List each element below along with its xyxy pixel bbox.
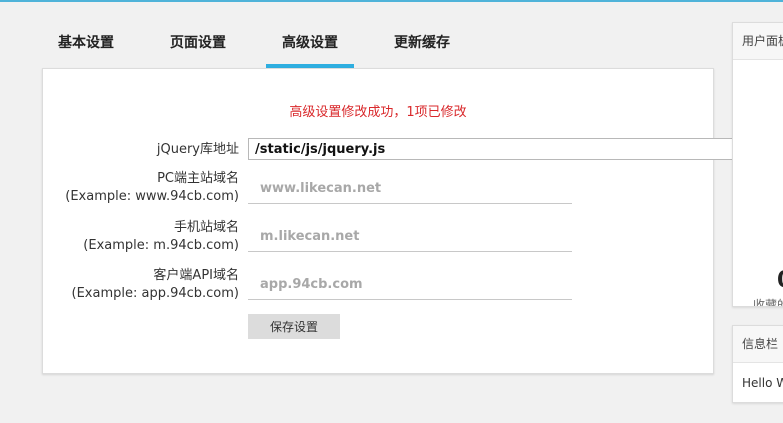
info-panel-title: 信息栏 [733, 326, 783, 363]
settings-tabs: 基本设置 页面设置 高级设置 更新缓存 [42, 22, 450, 68]
info-panel-card: 信息栏 Hello World [732, 325, 783, 403]
save-settings-button[interactable]: 保存设置 [248, 314, 340, 339]
mobile-domain-input[interactable] [248, 222, 572, 252]
tab-advanced-settings[interactable]: 高级设置 [266, 22, 354, 68]
tab-basic-settings[interactable]: 基本设置 [42, 22, 130, 66]
pc-domain-label: PC端主站域名 (Example: www.94cb.com) [65, 171, 239, 204]
pc-domain-input[interactable] [248, 174, 572, 204]
info-panel-text: Hello World [742, 376, 783, 390]
favorites-label[interactable]: 收藏的 [753, 296, 783, 306]
success-message: 高级设置修改成功，1项已修改 [289, 105, 467, 120]
api-domain-input[interactable] [248, 270, 572, 300]
jquery-url-input[interactable] [248, 138, 768, 160]
favorites-count: 0 [777, 268, 783, 293]
tab-page-settings[interactable]: 页面设置 [154, 22, 242, 66]
top-accent-line [0, 0, 783, 2]
tab-update-cache[interactable]: 更新缓存 [378, 22, 466, 66]
mobile-domain-label: 手机站域名 (Example: m.94cb.com) [83, 220, 239, 253]
advanced-settings-panel: 高级设置修改成功，1项已修改 jQuery库地址 PC端主站域名 (Exampl… [42, 68, 768, 374]
api-domain-label: 客户端API域名 (Example: app.94cb.com) [71, 268, 240, 301]
user-panel-title: 用户面板 [733, 23, 783, 60]
jquery-url-label: jQuery库地址 [156, 142, 239, 157]
user-panel-card: 用户面板 0 收藏的 [732, 22, 783, 307]
